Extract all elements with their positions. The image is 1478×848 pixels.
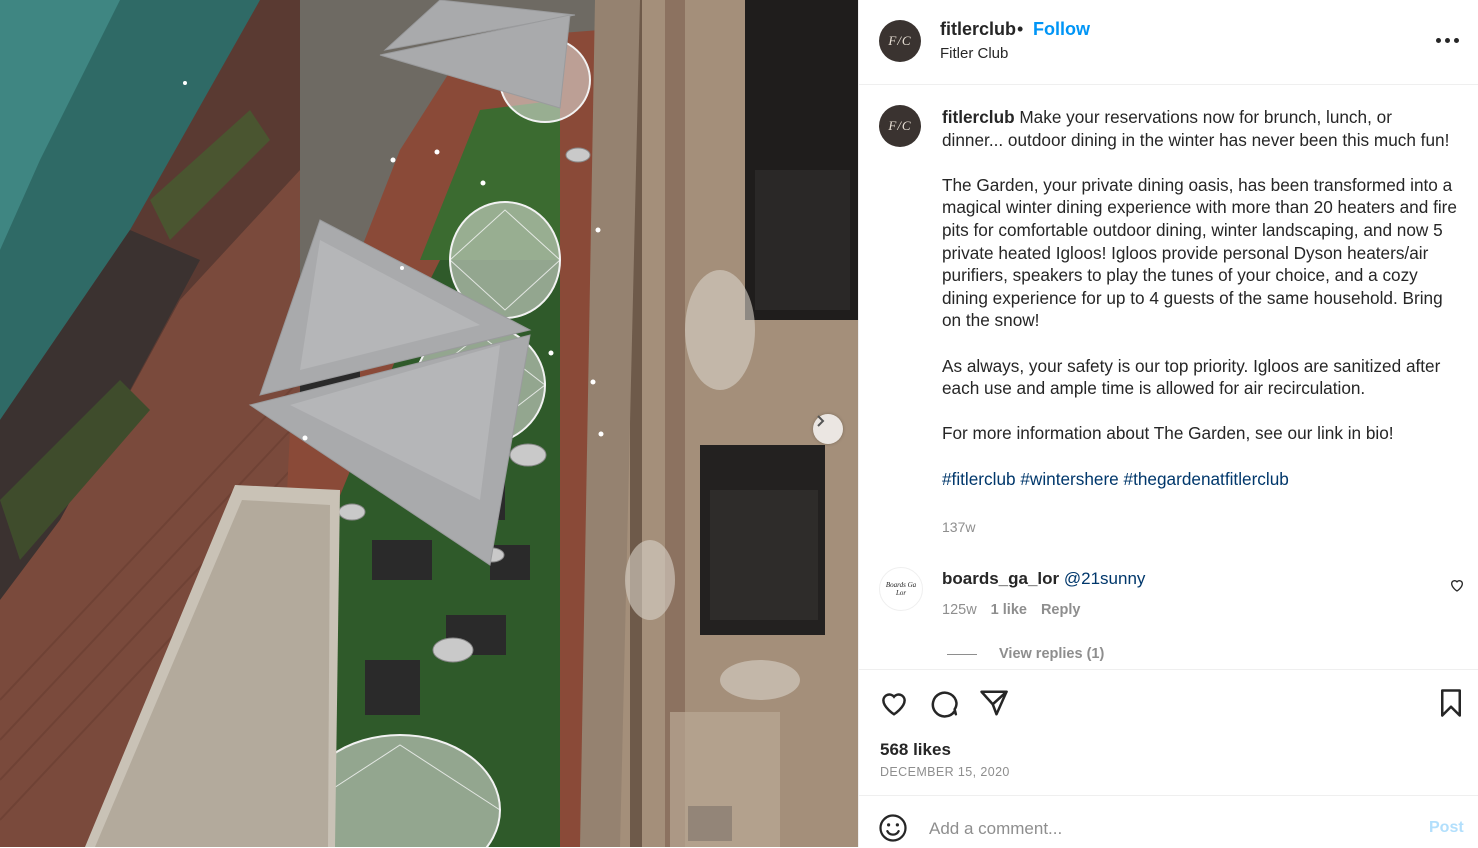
paper-plane-icon[interactable] xyxy=(979,688,1009,718)
commenter-avatar[interactable]: Boards Ga Lor xyxy=(879,567,923,611)
comment-input[interactable] xyxy=(929,814,1399,844)
comment-composer: Post xyxy=(859,795,1478,848)
header-separator: • xyxy=(1017,19,1024,39)
comment-mention[interactable]: @21sunny xyxy=(1064,569,1146,588)
hashtag-fitlerclub[interactable]: #fitlerclub xyxy=(942,469,1016,489)
action-bar xyxy=(859,669,1478,718)
comment-reply-button[interactable]: Reply xyxy=(1041,602,1081,618)
likes-count[interactable]: 568 likes xyxy=(880,740,951,760)
commenter-username[interactable]: boards_ga_lor xyxy=(942,569,1059,588)
speech-bubble-icon[interactable] xyxy=(929,688,959,718)
comment-likes[interactable]: 1 like xyxy=(991,602,1027,618)
more-options-button[interactable] xyxy=(1427,29,1467,51)
comment-meta: 125w 1 like Reply xyxy=(942,602,1080,618)
view-replies-button[interactable]: View replies (1) xyxy=(947,646,1104,662)
carousel-next-button[interactable] xyxy=(813,414,843,444)
post-side-panel: F/C fitlerclub • Follow Fitler Club F/C … xyxy=(858,0,1478,847)
author-subtitle[interactable]: Fitler Club xyxy=(940,45,1008,62)
caption-body: Make your reservations now for brunch, l… xyxy=(942,107,1457,444)
photo-illustration xyxy=(0,0,858,847)
heart-icon[interactable] xyxy=(879,688,909,718)
caption-text: fitlerclub Make your reservations now fo… xyxy=(942,106,1457,490)
caption-avatar[interactable]: F/C xyxy=(879,105,921,147)
caption-username[interactable]: fitlerclub xyxy=(942,107,1015,127)
hashtag-wintershere[interactable]: #wintershere xyxy=(1020,469,1118,489)
bookmark-icon[interactable] xyxy=(1436,688,1466,718)
view-replies-label: View replies (1) xyxy=(999,646,1105,662)
caption-age: 137w xyxy=(942,519,976,535)
post-comment-button[interactable]: Post xyxy=(1429,819,1464,837)
replies-divider xyxy=(947,653,977,655)
author-avatar[interactable]: F/C xyxy=(879,20,921,62)
post-date[interactable]: DECEMBER 15, 2020 xyxy=(880,765,1010,779)
comment-like-heart-icon[interactable] xyxy=(1449,577,1465,593)
author-username[interactable]: fitlerclub xyxy=(940,19,1016,40)
chevron-right-icon xyxy=(817,415,825,427)
post-photo[interactable] xyxy=(0,0,858,847)
comment-age: 125w xyxy=(942,602,977,618)
post-header: F/C fitlerclub • Follow Fitler Club xyxy=(859,0,1478,85)
follow-button[interactable]: Follow xyxy=(1033,19,1090,40)
commenter-avatar-logo: Boards Ga Lor xyxy=(885,581,917,597)
smiley-icon[interactable] xyxy=(878,813,908,843)
comment-text: boards_ga_lor @21sunny xyxy=(942,569,1145,589)
hashtag-thegardenatfitlerclub[interactable]: #thegardenatfitlerclub xyxy=(1124,469,1289,489)
comments-scroll-area[interactable]: F/C fitlerclub Make your reservations no… xyxy=(859,86,1478,669)
avatar-monogram: F/C xyxy=(888,33,912,48)
ellipsis-icon xyxy=(1435,37,1441,43)
